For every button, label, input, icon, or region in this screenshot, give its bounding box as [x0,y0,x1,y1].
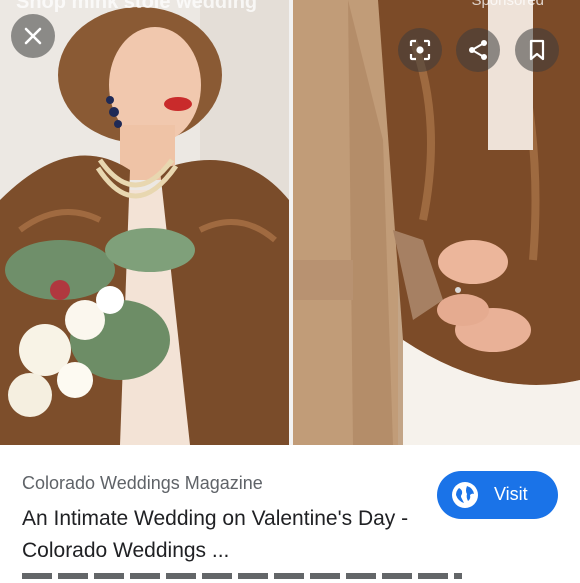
bride-photo[interactable] [0,0,289,445]
result-title[interactable]: An Intimate Wedding on Valentine's Day -… [22,503,422,567]
globe-icon [452,482,478,508]
bookmark-icon [529,39,545,61]
source-site[interactable]: Colorado Weddings Magazine [22,473,263,494]
close-icon [24,27,42,45]
close-button[interactable] [11,14,55,58]
faded-search-title: Shop mink stole wedding [16,0,258,13]
visit-label: Visit [494,484,528,504]
save-button[interactable] [515,28,559,72]
share-button[interactable] [456,28,500,72]
sponsored-label: Sponsored [471,0,544,9]
lens-button[interactable] [398,28,442,72]
image-viewer: Shop mink stole wedding Sponsored [0,0,580,445]
result-info-panel: Colorado Weddings Magazine An Intimate W… [0,445,580,580]
share-icon [469,40,487,60]
visit-button[interactable]: Visit [437,471,558,519]
lens-icon [409,39,431,61]
truncated-next-result [22,573,462,583]
